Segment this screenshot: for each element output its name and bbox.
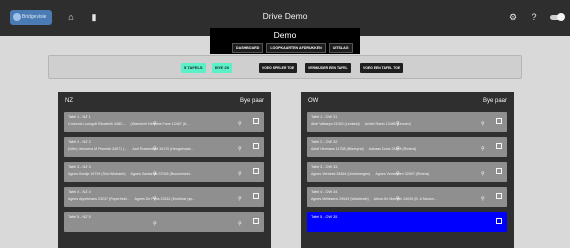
bye-badge: BYE 2X	[212, 63, 233, 73]
search-icon[interactable]: ⚲	[481, 121, 487, 127]
table-name: Tafel 4 - NZ 4	[68, 190, 91, 194]
table-card[interactable]: Tafel 5 - NZ 5 ⚲ ⚲	[64, 212, 264, 232]
search-icon[interactable]: ⚲	[481, 196, 487, 202]
dashboard-button[interactable]: DASHBOARD	[232, 43, 264, 53]
app-title: Drive Demo	[262, 11, 308, 21]
search-icon[interactable]: ⚲	[238, 121, 244, 127]
help-icon[interactable]: ?	[527, 10, 541, 24]
table-name: Tafel 1 - NZ 1	[68, 115, 91, 119]
search-icon[interactable]: ⚲	[153, 121, 159, 127]
player-pair-2: Agnes De Prins 23242 (Erubblar (sp...	[134, 197, 196, 201]
bye-checkbox[interactable]	[253, 193, 259, 199]
column-title: NZ	[65, 98, 73, 104]
event-nav: DASHBOARD LOOPKAARTEN AFDRUKKEN UITSLAG	[232, 43, 353, 53]
table-name: Tafel 1 - OW 31	[311, 115, 338, 119]
table-card[interactable]: Tafel 3 - OW 33 Agnes Verbeek 28464 (Ums…	[307, 162, 507, 182]
table-card[interactable]: Tafel 2 - OW 32 Adolf Hermans 11758 (Bil…	[307, 137, 507, 157]
column-ow: OW Bye paar Tafel 1 - OW 31 Abel Vallaey…	[301, 92, 514, 248]
table-card[interactable]: Tafel 2 - NZ 2 (Wim) Jemoens M Pisende 3…	[64, 137, 264, 157]
table-players	[311, 222, 491, 226]
search-icon[interactable]: ⚲	[238, 146, 244, 152]
gear-icon[interactable]: ⚙	[506, 10, 520, 24]
bye-checkbox[interactable]	[253, 118, 259, 124]
player-pair-2: Agnes Vermeulen 32697 (Riviera)	[375, 172, 430, 176]
table-card[interactable]: Tafel 1 - OW 31 Abel Vallaeys 21053 (Len…	[307, 112, 507, 132]
player-pair-2: Agnes Gantarola 37048 (Bruschmeid...	[130, 172, 193, 176]
player-pair-1: Agnes Appelmans 23237 (Poperheid...	[68, 197, 130, 201]
table-card[interactable]: Tafel 4 - NZ 4 Agnes Appelmans 23237 (Po…	[64, 187, 264, 207]
player-pair-1: Agnes Melissens 29543 (Westende)	[311, 197, 369, 201]
table-card[interactable]: Tafel 3 - NZ 3 Agnes Bontje 15739 (Sint-…	[64, 162, 264, 182]
column-title: OW	[308, 98, 319, 104]
bye-checkbox[interactable]	[496, 193, 502, 199]
bye-checkbox[interactable]	[253, 218, 259, 224]
bye-checkbox[interactable]	[253, 168, 259, 174]
bye-checkbox[interactable]	[496, 118, 502, 124]
event-title: Demo	[273, 30, 297, 40]
bye-checkbox[interactable]	[496, 218, 502, 224]
tables-count-badge: 5 TAFELS	[181, 63, 206, 73]
search-icon[interactable]: ⚲	[153, 171, 159, 177]
bye-pair-label: Bye paar	[239, 98, 264, 104]
table-name: Tafel 5 - NZ 5	[68, 215, 91, 219]
player-pair-1: (Wim) Jemoens M Pisende 34071 (...	[68, 147, 128, 151]
player-pair-1: Codorniz Luongolt Elizabeth 348C...	[68, 122, 126, 126]
player-pair-2: Adriaan Dons 23484 (Riviera)	[368, 147, 417, 151]
controls-panel: 5 TAFELS BYE 2X VOEG SPELER TOE VERWIJDE…	[48, 55, 522, 79]
search-icon[interactable]: ⚲	[481, 146, 487, 152]
remove-table-button[interactable]: VERWIJDER EEN TAFEL	[305, 63, 351, 73]
table-card[interactable]: Tafel 1 - NZ 1 Codorniz Luongolt Elizabe…	[64, 112, 264, 132]
player-pair-2: Alexa De Meester 34025 (B. A Manon...	[373, 197, 437, 201]
bye-checkbox[interactable]	[496, 168, 502, 174]
add-player-button[interactable]: VOEG SPELER TOE	[259, 63, 298, 73]
table-name: Tafel 4 - OW 34	[311, 190, 338, 194]
column-nz: NZ Bye paar Tafel 1 - NZ 1 Codorniz Luon…	[58, 92, 271, 248]
player-pair-2: Achiel Ravin 13486 (Leuven)	[364, 122, 411, 126]
table-name: Tafel 5 - OW 35	[311, 215, 338, 219]
search-icon[interactable]: ⚲	[396, 146, 402, 152]
search-icon[interactable]: ⚲	[153, 146, 159, 152]
search-icon[interactable]: ⚲	[396, 171, 402, 177]
player-pair-1: Agnes Bontje 15739 (Sint-Winbaert)	[68, 172, 126, 176]
search-icon[interactable]: ⚲	[238, 221, 244, 227]
results-button[interactable]: UITSLAG	[328, 43, 353, 53]
table-name: Tafel 3 - NZ 3	[68, 165, 91, 169]
search-icon[interactable]: ⚲	[153, 221, 159, 227]
search-icon[interactable]: ⚲	[238, 196, 244, 202]
search-icon[interactable]: ⚲	[481, 171, 487, 177]
player-pair-2: Aart Rossenbad 34170 (Hengelruste...	[132, 147, 194, 151]
table-name: Tafel 2 - OW 32	[311, 140, 338, 144]
table-card[interactable]: Tafel 4 - OW 34 Agnes Melissens 29543 (W…	[307, 187, 507, 207]
bye-checkbox[interactable]	[253, 143, 259, 149]
player-pair-1: Adolf Hermans 11758 (Bilzerynd)	[311, 147, 364, 151]
table-name: Tafel 2 - NZ 2	[68, 140, 91, 144]
table-name: Tafel 3 - OW 33	[311, 165, 338, 169]
player-pair-1: Agnes Verbeek 28464 (Umstmergen)	[311, 172, 371, 176]
search-icon[interactable]: ⚲	[396, 121, 402, 127]
player-pair-1: Abel Vallaeys 21053 (Lenland)	[311, 122, 360, 126]
add-table-button[interactable]: VOEG EEN TAFEL TOE	[360, 63, 404, 73]
bye-pair-label: Bye paar	[482, 98, 507, 104]
print-route-cards-button[interactable]: LOOPKAARTEN AFDRUKKEN	[266, 43, 326, 53]
search-icon[interactable]: ⚲	[396, 196, 402, 202]
table-card-selected[interactable]: Tafel 5 - OW 35	[307, 212, 507, 232]
search-icon[interactable]: ⚲	[153, 196, 159, 202]
search-icon[interactable]: ⚲	[238, 171, 244, 177]
toggle-icon[interactable]	[550, 13, 565, 21]
player-pair-2: (Waerkeirt Hermine Fane 12467 (6...	[130, 122, 189, 126]
bye-checkbox[interactable]	[496, 143, 502, 149]
